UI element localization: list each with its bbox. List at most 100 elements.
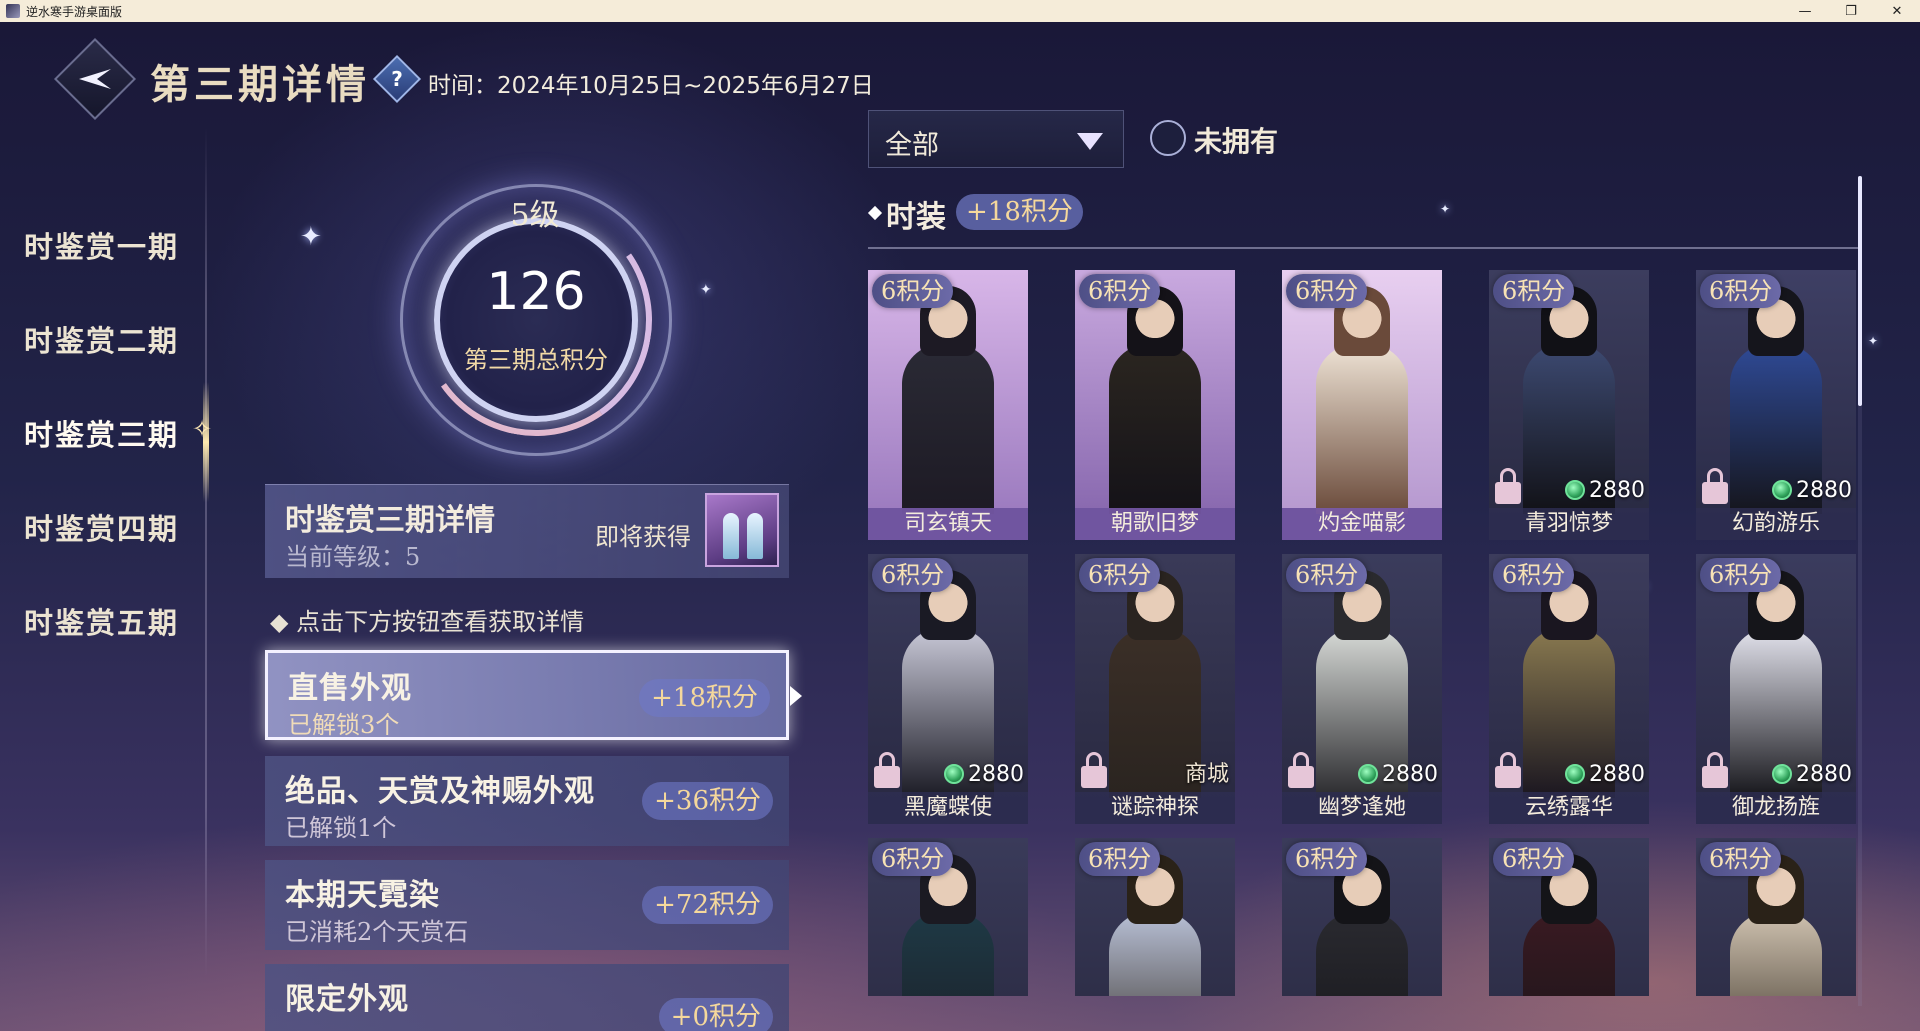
outfit-card[interactable]: 6积分 商城 谜踪神探 <box>1075 554 1235 824</box>
points-badge: 6积分 <box>1079 274 1161 308</box>
app-icon <box>6 4 20 18</box>
outfit-body <box>1109 912 1201 996</box>
outfit-card[interactable]: 6积分 灼金喵影 <box>1282 270 1442 540</box>
category-bonus: +72积分 <box>642 886 773 924</box>
outfit-name: 青羽惊梦 <box>1489 508 1649 540</box>
lock-icon <box>1081 752 1107 788</box>
outfit-card[interactable]: 6积分 2880 幽梦逢她 <box>1282 554 1442 824</box>
outfit-card[interactable]: 6积分 <box>1696 838 1856 996</box>
nav-divider <box>205 127 207 977</box>
period-detail-card[interactable]: 时鉴赏三期详情 当前等级：5 即将获得 <box>265 484 789 578</box>
points-badge: 6积分 <box>872 842 954 876</box>
nav-item-period-3[interactable]: 时鉴赏三期 <box>24 412 179 454</box>
points-badge: 6积分 <box>1079 842 1161 876</box>
category-title: 直售外观 <box>288 671 412 706</box>
outfit-card[interactable]: 6积分 <box>1282 838 1442 996</box>
points-badge: 6积分 <box>1700 274 1782 308</box>
category-title: 限定外观 <box>285 982 409 1017</box>
level-label: 5级 <box>510 198 560 233</box>
help-icon-glyph: ? <box>391 67 403 91</box>
nav-item-period-2[interactable]: 时鉴赏二期 <box>24 318 179 360</box>
category-sub: 已解锁1个 <box>285 814 397 842</box>
outfit-name: 朝歌旧梦 <box>1075 508 1235 540</box>
jade-currency-icon <box>1772 764 1792 784</box>
reward-figure <box>747 513 763 559</box>
back-arrow-icon <box>79 69 111 89</box>
not-owned-label[interactable]: 未拥有 <box>1194 120 1278 160</box>
category-card-limited[interactable]: 限定外观 +0积分 <box>265 964 789 1031</box>
help-icon[interactable]: ? <box>372 54 422 104</box>
chevron-down-icon <box>1077 133 1103 150</box>
category-card-direct-sale[interactable]: 直售外观 已解锁3个 +18积分 <box>265 650 789 740</box>
outfit-name: 黑魔蝶使 <box>868 792 1028 824</box>
outfit-card[interactable]: 6积分 <box>1075 838 1235 996</box>
scrollbar-thumb[interactable] <box>1858 176 1862 406</box>
points-badge: 6积分 <box>872 274 954 308</box>
outfit-name: 幻韵游乐 <box>1696 508 1856 540</box>
back-button[interactable] <box>53 37 137 121</box>
outfit-card[interactable]: 6积分朝歌旧梦 <box>1075 270 1235 540</box>
section-diamond-icon <box>867 205 883 221</box>
outfit-body <box>1730 912 1822 996</box>
outfit-name: 灼金喵影 <box>1282 508 1442 540</box>
outfit-card[interactable]: 6积分 <box>868 838 1028 996</box>
minimize-button[interactable]: — <box>1782 0 1828 22</box>
nav-item-period-4[interactable]: 时鉴赏四期 <box>24 506 179 548</box>
sparkle-icon: ✦ <box>1868 334 1879 348</box>
total-score-caption: 第三期总积分 <box>464 346 608 374</box>
nav-item-period-1[interactable]: 时鉴赏一期 <box>24 224 179 266</box>
jade-currency-icon <box>1565 480 1585 500</box>
sparkle-icon: ✦ <box>300 222 322 252</box>
points-badge: 6积分 <box>1079 558 1161 592</box>
category-bonus: +18积分 <box>639 679 770 717</box>
total-score: 126 <box>486 262 586 322</box>
category-bonus: +0积分 <box>658 998 773 1031</box>
category-filter-dropdown[interactable]: 全部 <box>868 110 1124 168</box>
price-tag: 2880 <box>1772 476 1852 504</box>
close-button[interactable]: ✕ <box>1874 0 1920 22</box>
category-title: 本期天霓染 <box>285 878 440 913</box>
outfit-card[interactable]: 6积分 <box>1489 838 1649 996</box>
outfit-card[interactable]: 6积分 2880 黑魔蝶使 <box>868 554 1028 824</box>
outfit-card[interactable]: 6积分 2880 青羽惊梦 <box>1489 270 1649 540</box>
lock-icon <box>874 752 900 788</box>
character-figure <box>1519 286 1619 514</box>
points-badge: 6积分 <box>872 558 954 592</box>
points-badge: 6积分 <box>1493 842 1575 876</box>
jade-currency-icon <box>1358 764 1378 784</box>
outfit-name: 御龙扬旌 <box>1696 792 1856 824</box>
price-value: 2880 <box>1589 761 1645 787</box>
character-figure <box>1312 570 1412 798</box>
character-figure <box>1726 286 1826 514</box>
points-badge: 6积分 <box>1286 842 1368 876</box>
category-title: 绝品、天赏及神赐外观 <box>285 774 595 809</box>
event-time: 时间：2024年10月25日~2025年6月27日 <box>428 73 874 99</box>
price-tag: 2880 <box>1565 476 1645 504</box>
restore-button[interactable]: ❐ <box>1828 0 1874 22</box>
window-title: 逆水寒手游桌面版 <box>26 4 123 19</box>
price-tag: 2880 <box>944 760 1024 788</box>
outfit-card[interactable]: 6积分 2880 云绣露华 <box>1489 554 1649 824</box>
lock-icon <box>1702 468 1728 504</box>
filter-selected-value: 全部 <box>885 130 939 161</box>
outfit-card[interactable]: 6积分 2880 幻韵游乐 <box>1696 270 1856 540</box>
nav-item-period-5[interactable]: 时鉴赏五期 <box>24 600 179 642</box>
not-owned-radio[interactable] <box>1150 120 1186 156</box>
reward-thumbnail[interactable] <box>705 493 779 567</box>
price-value: 2880 <box>1796 477 1852 503</box>
lock-icon <box>1288 752 1314 788</box>
outfit-body <box>1523 912 1615 996</box>
category-card-premium[interactable]: 绝品、天赏及神赐外观 已解锁1个 +36积分 <box>265 756 789 846</box>
category-bonus: +36积分 <box>642 782 773 820</box>
outfit-body <box>1316 912 1408 996</box>
outfit-body <box>902 344 994 514</box>
character-figure <box>1312 286 1412 514</box>
points-badge: 6积分 <box>1700 842 1782 876</box>
price-value: 2880 <box>1589 477 1645 503</box>
outfit-card[interactable]: 6积分 司玄镇天 <box>868 270 1028 540</box>
active-arrow-icon <box>790 686 802 706</box>
outfit-card[interactable]: 6积分 2880 御龙扬旌 <box>1696 554 1856 824</box>
hint-label: 点击下方按钮查看获取详情 <box>296 608 585 636</box>
window-titlebar: 逆水寒手游桌面版 — ❐ ✕ <box>0 0 1920 22</box>
category-card-dye[interactable]: 本期天霓染 已消耗2个天赏石 +72积分 <box>265 860 789 950</box>
